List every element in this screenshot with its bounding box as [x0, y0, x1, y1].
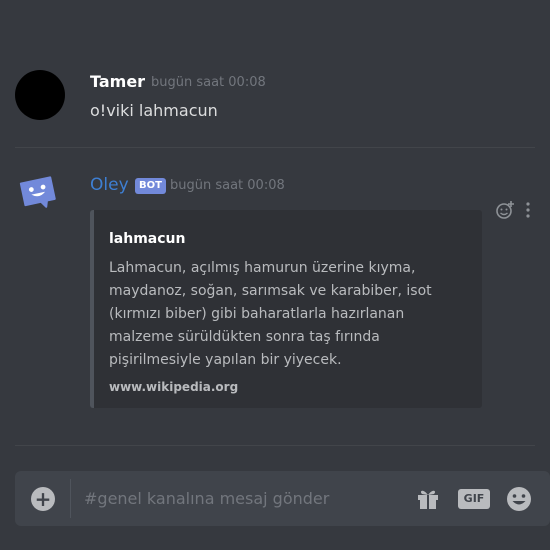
message-content: o!viki lahmacun — [90, 101, 218, 120]
bot-avatar[interactable] — [15, 168, 63, 216]
bot-avatar-icon — [19, 176, 56, 208]
message-composer: + GIF — [15, 471, 550, 526]
message-divider — [15, 147, 535, 148]
message-divider — [15, 445, 535, 446]
message-input[interactable] — [84, 479, 334, 518]
more-options-icon[interactable] — [525, 201, 531, 223]
gif-button[interactable]: GIF — [458, 489, 490, 509]
rich-embed: lahmacun Lahmacun, açılmış hamurun üzeri… — [90, 210, 482, 408]
user-avatar[interactable] — [15, 70, 65, 120]
emoji-icon[interactable] — [505, 485, 533, 517]
embed-title[interactable]: lahmacun — [109, 231, 185, 247]
bot-badge: BOT — [135, 178, 166, 194]
gift-icon[interactable] — [415, 485, 441, 515]
embed-description: Lahmacun, açılmış hamurun üzerine kıyma,… — [109, 260, 432, 368]
message-author[interactable]: Tamer — [90, 72, 145, 91]
add-reaction-icon[interactable] — [495, 200, 515, 224]
composer-divider — [70, 479, 71, 518]
plus-icon[interactable]: + — [31, 487, 55, 511]
embed-footer: www.wikipedia.org — [109, 380, 239, 394]
message-hover-actions — [495, 200, 531, 224]
message-timestamp: bugün saat 00:08 — [170, 178, 285, 193]
message-timestamp: bugün saat 00:08 — [151, 75, 266, 90]
message-author[interactable]: Oley — [90, 175, 129, 195]
